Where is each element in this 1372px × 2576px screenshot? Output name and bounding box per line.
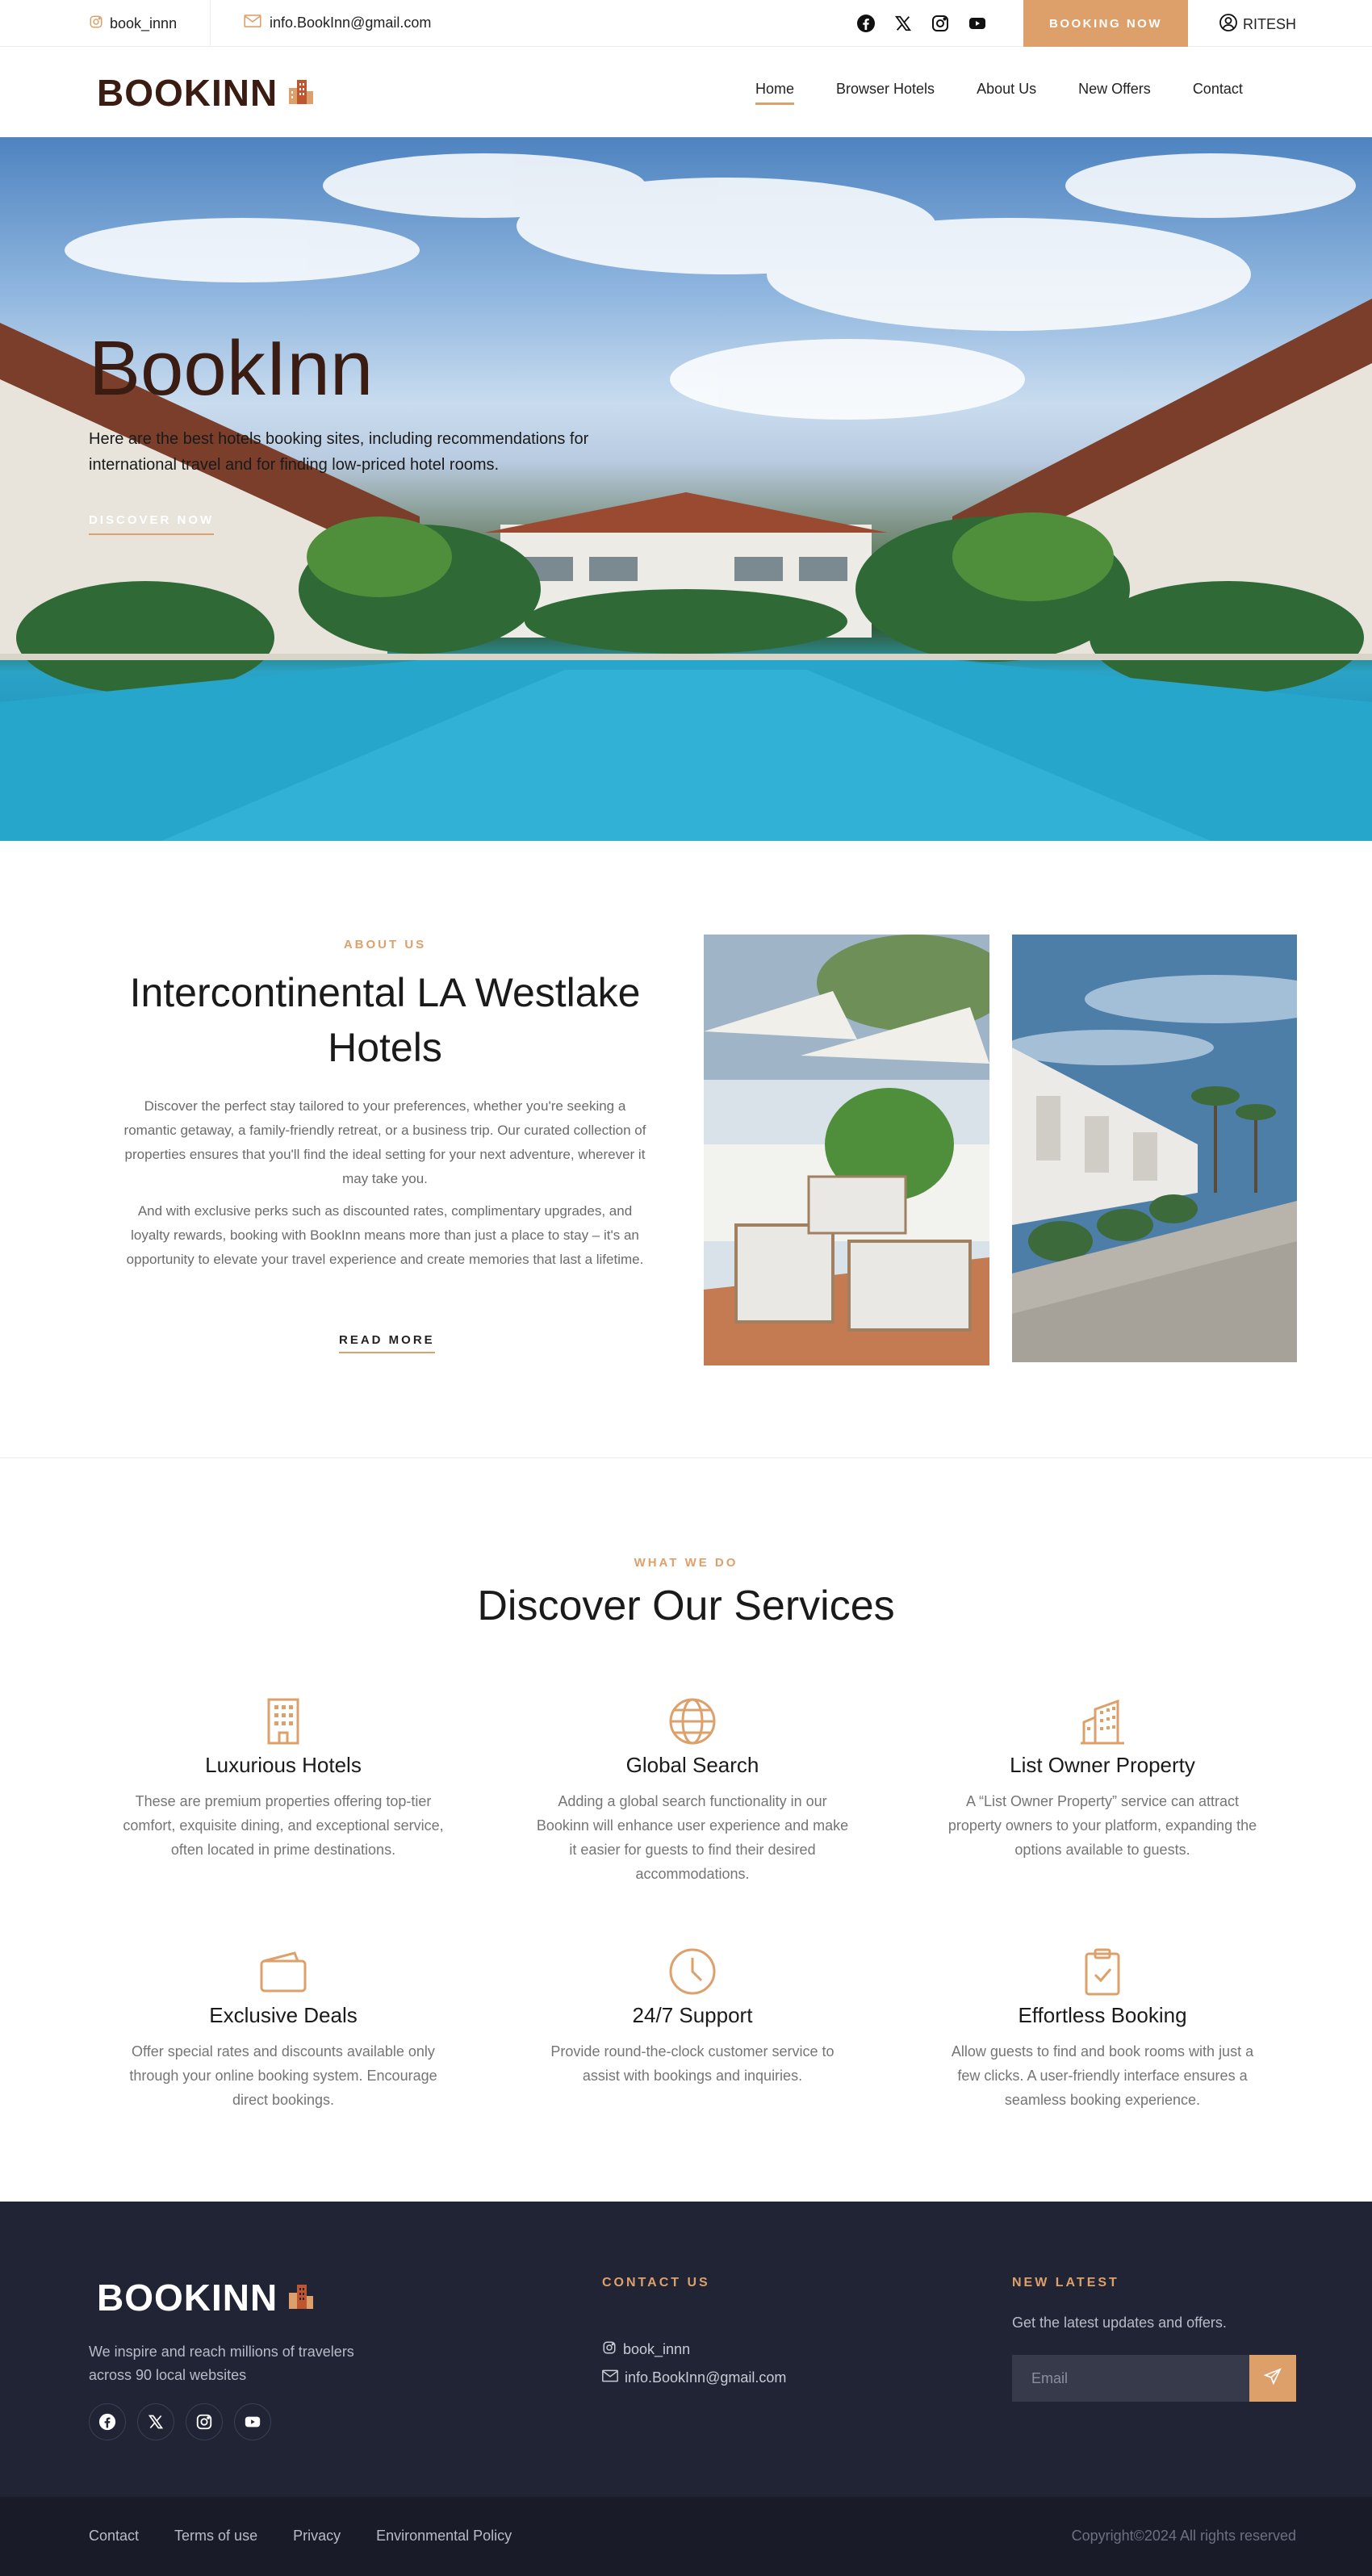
service-title: 24/7 Support <box>632 2003 753 2027</box>
logo-text: BOOKINN <box>97 72 278 114</box>
service-title: Exclusive Deals <box>209 2003 358 2027</box>
facebook-icon[interactable] <box>854 11 878 36</box>
hero-text: Here are the best hotels booking sites, … <box>89 430 589 474</box>
service-card: Exclusive Deals Offer special rates and … <box>114 1945 453 2112</box>
service-text: A “List Owner Property” service can attr… <box>947 1793 1257 1858</box>
footer-email-address: info.BookInn@gmail.com <box>625 2369 787 2386</box>
x-icon[interactable] <box>137 2403 174 2440</box>
footer-link-environmental-policy[interactable]: Environmental Policy <box>376 2528 512 2545</box>
footer-email-contact[interactable]: info.BookInn@gmail.com <box>602 2369 786 2386</box>
service-title: Global Search <box>625 1753 759 1777</box>
footer-bottom-bar: Contact Terms of use Privacy Environment… <box>0 2497 1372 2576</box>
footer-instagram-contact[interactable]: book_innn <box>602 2340 690 2359</box>
service-card: List Owner Property A “List Owner Proper… <box>933 1695 1272 1862</box>
footer-logo-text: BOOKINN <box>97 2277 278 2319</box>
building-icon <box>114 1695 453 1748</box>
hero-banner: BookInn Here are the best hotels booking… <box>0 137 1372 841</box>
service-title: Luxurious Hotels <box>205 1753 362 1777</box>
service-card: Global Search Adding a global search fun… <box>523 1695 862 1886</box>
villa-photo <box>1012 935 1297 1362</box>
divider <box>210 0 211 47</box>
instagram-contact[interactable]: book_innn <box>89 15 177 33</box>
x-icon[interactable] <box>891 11 915 36</box>
facebook-icon[interactable] <box>89 2403 126 2440</box>
service-title: List Owner Property <box>1010 1753 1195 1777</box>
clipboard-check-icon <box>933 1945 1272 1998</box>
service-card: Effortless Booking Allow guests to find … <box>933 1945 1272 2112</box>
newsletter-heading: NEW LATEST <box>1012 2276 1119 2290</box>
newsletter-send-button[interactable] <box>1249 2355 1296 2402</box>
instagram-handle: book_innn <box>110 15 178 31</box>
footer: BOOKINN We inspire and reach millions of… <box>0 2202 1372 2497</box>
footer-link-privacy[interactable]: Privacy <box>293 2528 341 2545</box>
user-account[interactable]: RITESH <box>1219 13 1296 36</box>
footer-link-terms[interactable]: Terms of use <box>174 2528 257 2545</box>
buildings-icon <box>933 1695 1272 1748</box>
user-name: RITESH <box>1243 16 1297 32</box>
clock-icon <box>523 1945 862 1998</box>
logo[interactable]: BOOKINN <box>97 71 315 115</box>
about-paragraph-1: Discover the perfect stay tailored to yo… <box>123 1098 646 1186</box>
email-address: info.BookInn@gmail.com <box>270 15 432 31</box>
contact-heading: CONTACT US <box>602 2276 710 2290</box>
newsletter-email-input[interactable] <box>1012 2355 1249 2402</box>
service-title: Effortless Booking <box>1018 2003 1187 2027</box>
services-tag: WHAT WE DO <box>634 1556 738 1570</box>
booking-now-button[interactable]: BOOKING NOW <box>1023 0 1188 47</box>
service-text: Provide round-the-clock customer service… <box>550 2043 834 2084</box>
copyright-text: Copyright©2024 All rights reserved <box>1071 2528 1296 2544</box>
footer-social-links <box>89 2403 271 2440</box>
hotel-logo-icon <box>286 2281 315 2315</box>
nav-browser-hotels[interactable]: Browser Hotels <box>815 73 956 105</box>
service-text: These are premium properties offering to… <box>123 1793 444 1858</box>
hero-title: BookInn <box>89 325 374 412</box>
service-text: Offer special rates and discounts availa… <box>129 2043 437 2108</box>
footer-description: We inspire and reach millions of travele… <box>89 2344 354 2383</box>
send-icon <box>1263 2367 1282 2390</box>
footer-instagram-handle: book_innn <box>623 2341 691 2357</box>
email-contact[interactable]: info.BookInn@gmail.com <box>244 15 431 31</box>
main-navbar: BOOKINN Home Browser Hotels About Us New… <box>0 47 1372 137</box>
globe-icon <box>523 1695 862 1748</box>
footer-logo[interactable]: BOOKINN <box>97 2276 315 2319</box>
about-title: Intercontinental LA Westlake Hotels <box>129 970 641 1070</box>
instagram-icon <box>89 15 103 33</box>
instagram-icon[interactable] <box>928 11 952 36</box>
footer-bottom-links: Contact Terms of use Privacy Environment… <box>89 2528 512 2545</box>
lounge-photo <box>704 935 989 1365</box>
about-tag: ABOUT US <box>343 938 427 951</box>
read-more-link[interactable]: READ MORE <box>339 1333 435 1353</box>
top-bar: book_innn info.BookInn@gmail.com BOOKING… <box>0 0 1372 47</box>
nav-links: Home Browser Hotels About Us New Offers … <box>734 73 1264 105</box>
youtube-icon[interactable] <box>965 11 989 36</box>
service-card: 24/7 Support Provide round-the-clock cus… <box>523 1945 862 2088</box>
section-divider <box>0 1457 1372 1458</box>
services-title: Discover Our Services <box>477 1583 895 1629</box>
discover-now-link[interactable]: DISCOVER NOW <box>89 513 215 535</box>
service-text: Allow guests to find and book rooms with… <box>951 2043 1254 2108</box>
service-card: Luxurious Hotels These are premium prope… <box>114 1695 453 1862</box>
nav-home[interactable]: Home <box>734 73 815 105</box>
hero-resort-image <box>0 153 1372 841</box>
user-icon <box>1219 13 1238 36</box>
about-paragraph-2: And with exclusive perks such as discoun… <box>126 1203 644 1267</box>
nav-new-offers[interactable]: New Offers <box>1057 73 1172 105</box>
wallet-icon <box>114 1945 453 1998</box>
footer-link-contact[interactable]: Contact <box>89 2528 139 2545</box>
instagram-icon[interactable] <box>186 2403 223 2440</box>
service-text: Adding a global search functionality in … <box>536 1793 849 1882</box>
nav-about-us[interactable]: About Us <box>956 73 1057 105</box>
mail-icon <box>602 2369 618 2386</box>
youtube-icon[interactable] <box>234 2403 271 2440</box>
hotel-logo-icon <box>286 77 315 110</box>
instagram-icon <box>602 2340 617 2359</box>
nav-contact[interactable]: Contact <box>1172 73 1264 105</box>
mail-icon <box>244 15 261 31</box>
social-links <box>854 11 989 36</box>
newsletter-text: Get the latest updates and offers. <box>1012 2315 1227 2331</box>
